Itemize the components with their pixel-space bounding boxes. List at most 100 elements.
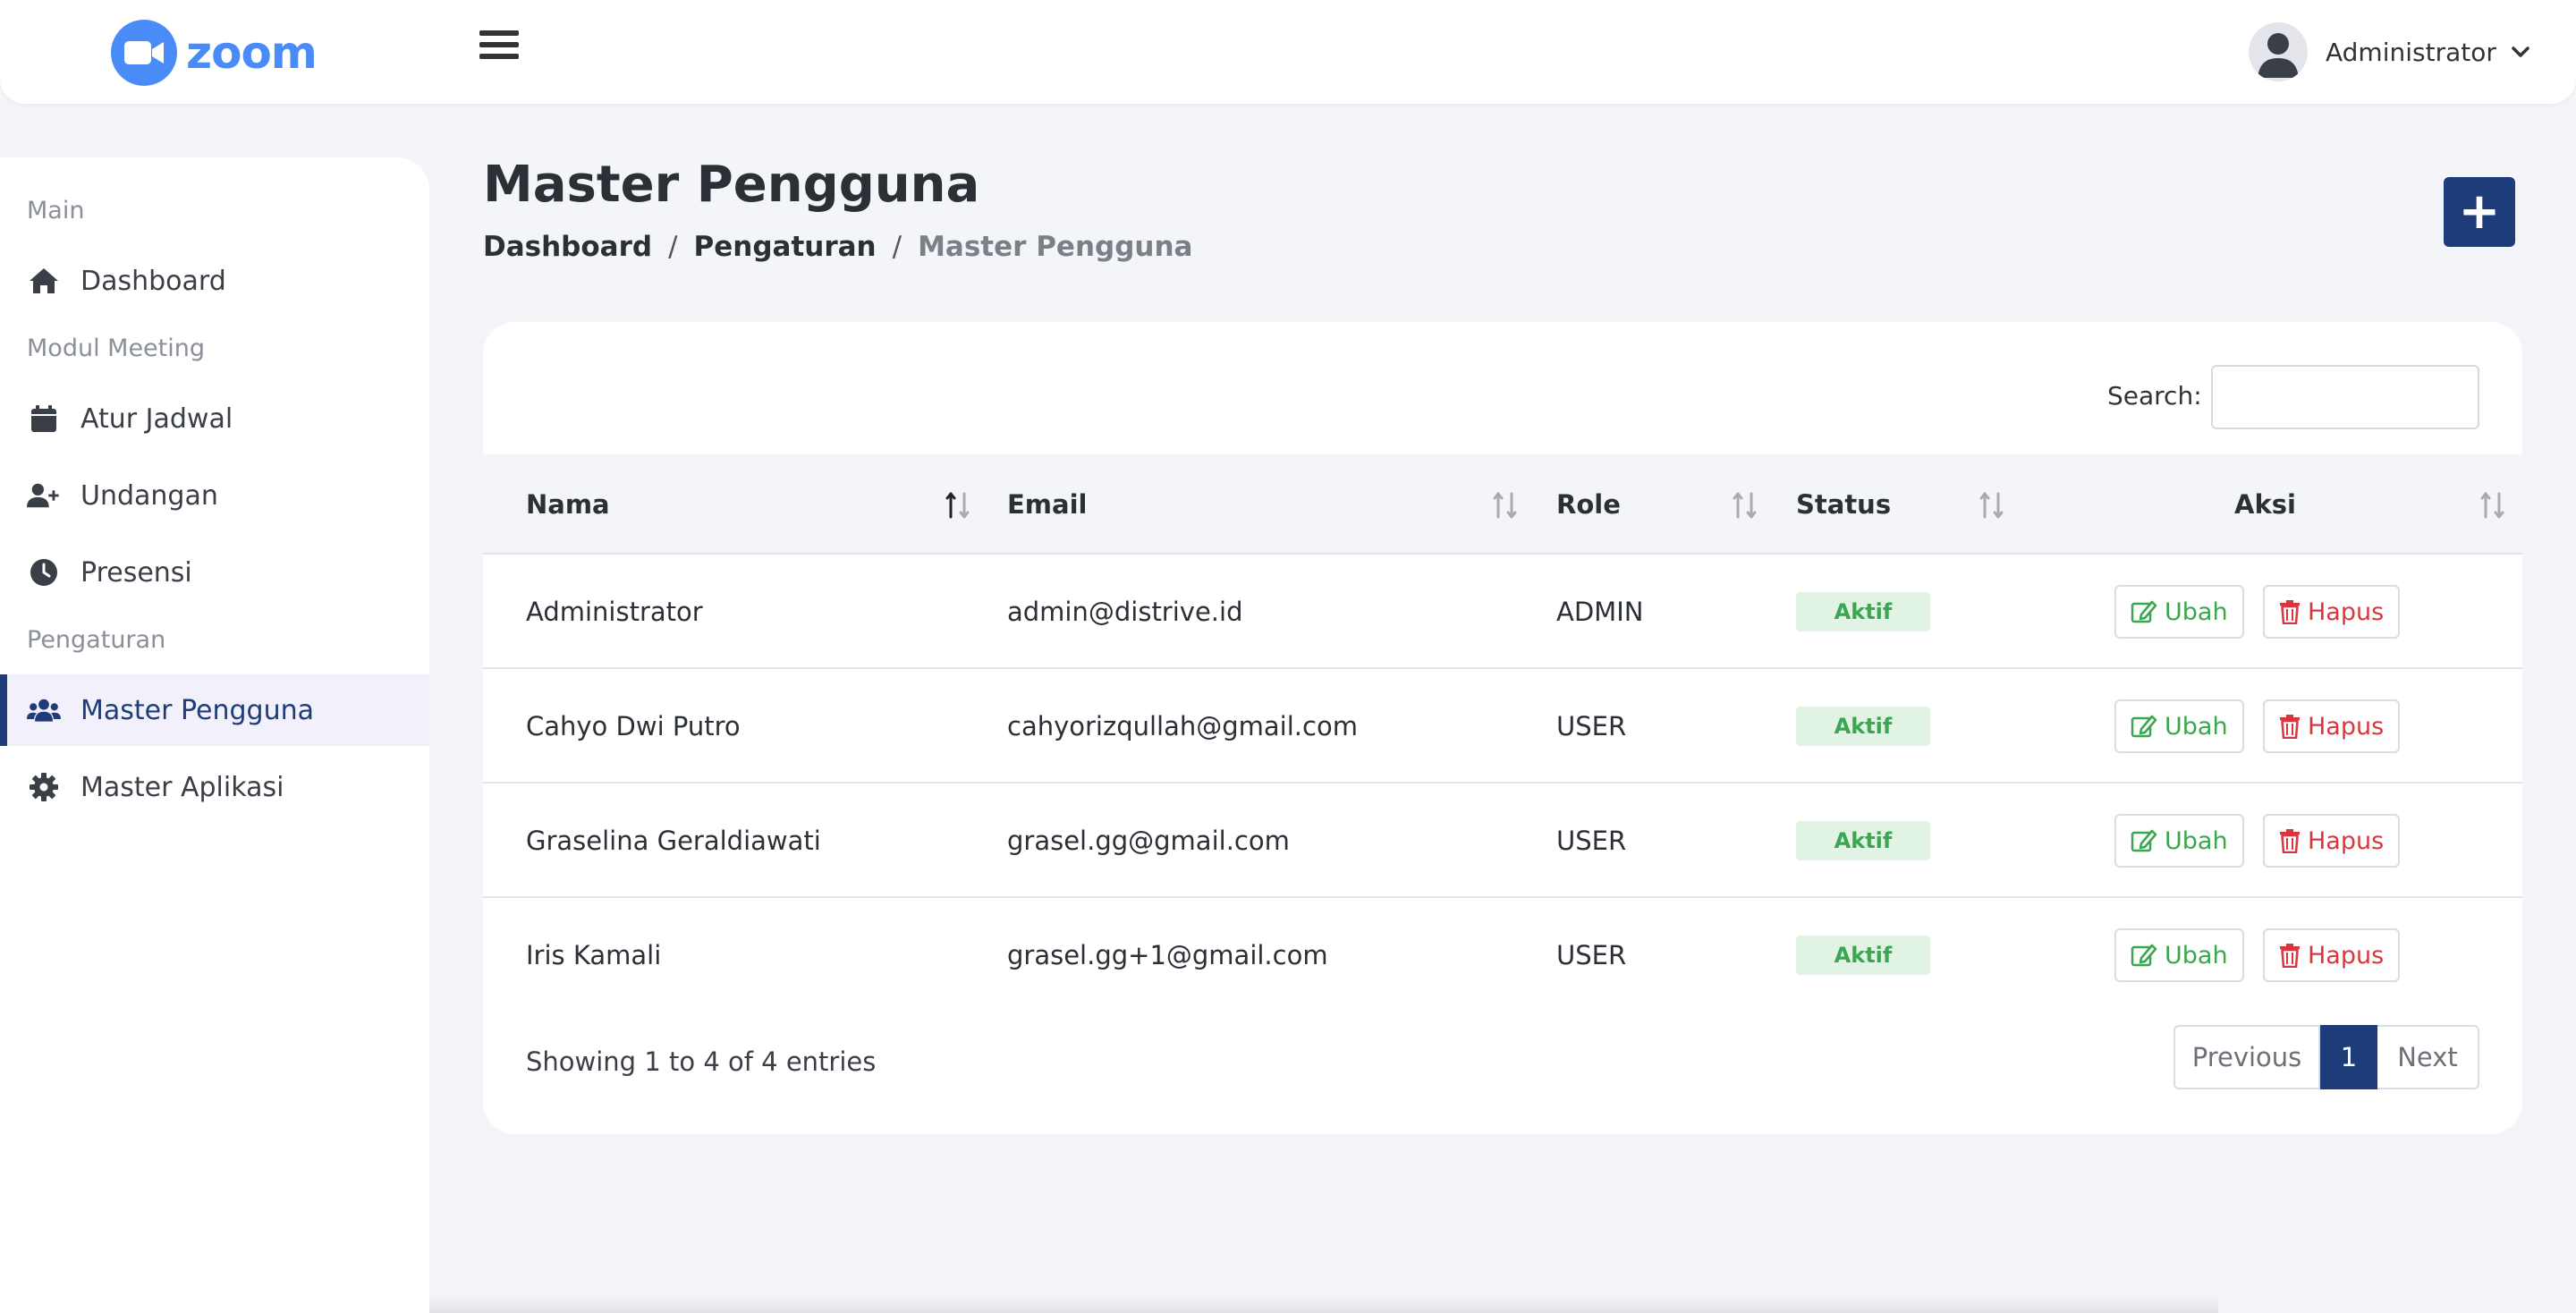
status-badge: Aktif bbox=[1796, 821, 1930, 860]
edit-label: Ubah bbox=[2165, 941, 2228, 970]
sort-asc-icon[interactable] bbox=[945, 490, 975, 521]
sidebar-item-presensi[interactable]: Presensi bbox=[0, 537, 429, 608]
clock-icon bbox=[27, 555, 61, 589]
avatar bbox=[2249, 22, 2308, 81]
sort-icon[interactable] bbox=[1979, 490, 2009, 521]
cell-email: grasel.gg+1@gmail.com bbox=[1007, 940, 1328, 970]
edit-button[interactable]: Ubah bbox=[2114, 814, 2244, 868]
edit-label: Ubah bbox=[2165, 826, 2228, 855]
cell-nama: Cahyo Dwi Putro bbox=[526, 711, 741, 741]
breadcrumb-separator: / bbox=[892, 231, 902, 263]
column-header-nama[interactable]: Nama bbox=[526, 454, 610, 555]
column-label: Role bbox=[1556, 489, 1621, 520]
status-badge: Aktif bbox=[1796, 707, 1930, 746]
sidebar-item-label: Master Pengguna bbox=[80, 694, 314, 726]
column-header-status[interactable]: Status bbox=[1796, 454, 1891, 555]
trash-icon bbox=[2280, 715, 2300, 739]
pagination: Previous 1 Next bbox=[2174, 1025, 2479, 1089]
search-label: Search: bbox=[2107, 381, 2202, 411]
column-label: Nama bbox=[526, 489, 610, 520]
table-row: Graselina Geraldiawati grasel.gg@gmail.c… bbox=[483, 784, 2522, 898]
table-header: Nama Email Role Status Aksi bbox=[483, 454, 2522, 555]
sidebar-item-label: Master Aplikasi bbox=[80, 771, 284, 803]
sidebar-section-meeting: Modul Meeting bbox=[27, 335, 206, 362]
top-navbar: zoom Administrator bbox=[0, 0, 2576, 104]
sidebar-item-master-pengguna[interactable]: Master Pengguna bbox=[0, 674, 429, 746]
cell-role: USER bbox=[1556, 940, 1627, 970]
delete-label: Hapus bbox=[2308, 712, 2385, 741]
sidebar-item-atur-jadwal[interactable]: Atur Jadwal bbox=[0, 383, 429, 454]
user-plus-icon bbox=[27, 479, 61, 512]
sidebar-section-main: Main bbox=[27, 197, 85, 224]
delete-label: Hapus bbox=[2308, 941, 2385, 970]
zoom-logo[interactable]: zoom bbox=[111, 20, 318, 86]
calendar-icon bbox=[27, 402, 61, 436]
edit-button[interactable]: Ubah bbox=[2114, 699, 2244, 753]
edit-icon bbox=[2131, 715, 2157, 738]
bottom-shadow bbox=[429, 1295, 2218, 1313]
cell-nama: Graselina Geraldiawati bbox=[526, 826, 821, 856]
table-row: Iris Kamali grasel.gg+1@gmail.com USER A… bbox=[483, 898, 2522, 1012]
trash-icon bbox=[2280, 600, 2300, 624]
cell-role: USER bbox=[1556, 711, 1627, 741]
sort-icon[interactable] bbox=[1732, 490, 1762, 521]
breadcrumb-dashboard[interactable]: Dashboard bbox=[483, 231, 652, 263]
gear-icon bbox=[27, 770, 61, 804]
edit-button[interactable]: Ubah bbox=[2114, 585, 2244, 639]
video-camera-icon bbox=[111, 20, 177, 86]
cell-nama: Administrator bbox=[526, 597, 703, 627]
column-header-aksi[interactable]: Aksi bbox=[2234, 454, 2296, 555]
page-1-button[interactable]: 1 bbox=[2320, 1025, 2377, 1089]
breadcrumb-separator: / bbox=[668, 231, 678, 263]
search-input[interactable] bbox=[2211, 365, 2479, 429]
edit-icon bbox=[2131, 600, 2157, 623]
column-label: Aksi bbox=[2234, 489, 2296, 520]
status-badge: Aktif bbox=[1796, 592, 1930, 631]
edit-icon bbox=[2131, 829, 2157, 852]
sidebar-item-label: Undangan bbox=[80, 479, 218, 512]
trash-icon bbox=[2280, 829, 2300, 853]
delete-label: Hapus bbox=[2308, 826, 2385, 855]
sidebar-section-pengaturan: Pengaturan bbox=[27, 626, 166, 654]
breadcrumb-current: Master Pengguna bbox=[918, 231, 1193, 263]
cell-role: ADMIN bbox=[1556, 597, 1644, 627]
previous-page-button[interactable]: Previous bbox=[2174, 1025, 2320, 1089]
delete-button[interactable]: Hapus bbox=[2263, 814, 2401, 868]
delete-button[interactable]: Hapus bbox=[2263, 699, 2401, 753]
sort-icon[interactable] bbox=[2479, 490, 2510, 521]
cell-role: USER bbox=[1556, 826, 1627, 856]
cell-email: cahyorizqullah@gmail.com bbox=[1007, 711, 1358, 741]
breadcrumb-pengaturan[interactable]: Pengaturan bbox=[694, 231, 877, 263]
sort-icon[interactable] bbox=[1492, 490, 1522, 521]
column-header-role[interactable]: Role bbox=[1556, 454, 1621, 555]
status-badge: Aktif bbox=[1796, 936, 1930, 975]
sidebar-item-label: Presensi bbox=[80, 556, 192, 589]
sidebar-item-dashboard[interactable]: Dashboard bbox=[0, 245, 429, 317]
add-user-button[interactable]: + bbox=[2444, 177, 2515, 247]
sidebar-item-label: Atur Jadwal bbox=[80, 402, 233, 435]
table-info: Showing 1 to 4 of 4 entries bbox=[526, 1046, 877, 1077]
cell-email: grasel.gg@gmail.com bbox=[1007, 826, 1290, 856]
sidebar-item-master-aplikasi[interactable]: Master Aplikasi bbox=[0, 751, 429, 823]
home-icon bbox=[27, 264, 61, 298]
user-menu[interactable]: Administrator bbox=[2249, 21, 2532, 82]
edit-label: Ubah bbox=[2165, 597, 2228, 626]
cell-email: admin@distrive.id bbox=[1007, 597, 1243, 627]
next-page-button[interactable]: Next bbox=[2377, 1025, 2479, 1089]
column-header-email[interactable]: Email bbox=[1007, 454, 1087, 555]
sidebar: Main Dashboard Modul Meeting Atur Jadwal bbox=[0, 157, 429, 1313]
cell-nama: Iris Kamali bbox=[526, 940, 662, 970]
users-icon bbox=[27, 693, 61, 727]
trash-icon bbox=[2280, 944, 2300, 968]
delete-button[interactable]: Hapus bbox=[2263, 585, 2401, 639]
delete-button[interactable]: Hapus bbox=[2263, 928, 2401, 982]
sidebar-item-undangan[interactable]: Undangan bbox=[0, 460, 429, 531]
page-title: Master Pengguna bbox=[483, 156, 980, 214]
column-label: Email bbox=[1007, 489, 1088, 520]
menu-toggle-icon[interactable] bbox=[479, 30, 519, 66]
chevron-down-icon bbox=[2512, 47, 2529, 57]
column-label: Status bbox=[1796, 489, 1892, 520]
edit-label: Ubah bbox=[2165, 712, 2228, 741]
edit-button[interactable]: Ubah bbox=[2114, 928, 2244, 982]
user-name: Administrator bbox=[2326, 37, 2496, 67]
